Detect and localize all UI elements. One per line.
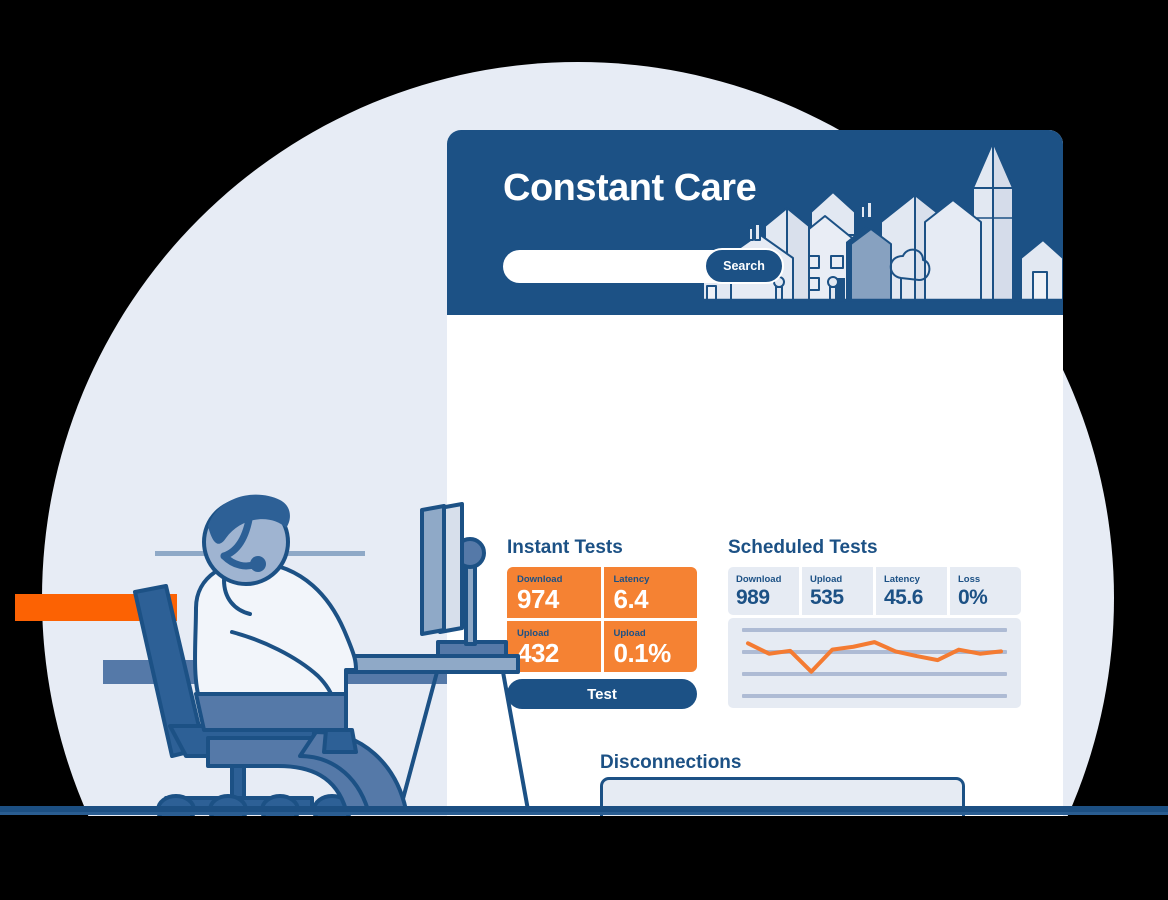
tile-value: 989 [736, 586, 770, 609]
scheduled-tests-section: Download 989 Upload 535 Latency 45.6 Los… [728, 567, 1021, 708]
tile-value: 45.6 [884, 586, 923, 609]
page-title: Constant Care [503, 167, 757, 209]
city-skyline-illustration [703, 141, 1063, 302]
scheduled-tile-loss[interactable]: Loss 0% [950, 567, 1021, 615]
scheduled-tile-latency[interactable]: Latency 45.6 [876, 567, 947, 615]
tile-label: Loss [958, 574, 981, 585]
tile-label: Latency [884, 574, 920, 585]
tile-value: 0.1% [613, 638, 672, 668]
scheduled-tests-heading: Scheduled Tests [728, 537, 878, 558]
search-text-field[interactable] [517, 256, 701, 273]
tile-label: Upload [810, 574, 843, 585]
scheduled-tests-tiles: Download 989 Upload 535 Latency 45.6 Los… [728, 567, 1021, 615]
tile-value: 6.4 [613, 584, 649, 614]
ground-line-accent [0, 812, 1168, 815]
screenshot-root: Constant Care Search Instant Tests Downl… [0, 0, 1168, 900]
scheduled-tests-chart [728, 618, 1021, 708]
illustration-scene: Constant Care Search Instant Tests Downl… [0, 0, 1168, 816]
trend-line-chart [742, 628, 1007, 698]
search-button[interactable]: Search [704, 248, 784, 284]
tile-value: 0% [958, 586, 988, 609]
tile-label: Download [736, 574, 782, 585]
app-header: Constant Care Search [447, 130, 1063, 315]
scheduled-tile-upload[interactable]: Upload 535 [802, 567, 873, 615]
instant-tile-upload-percent[interactable]: Upload 0.1% [603, 621, 697, 672]
instant-tile-latency[interactable]: Latency 6.4 [603, 567, 697, 618]
tile-value: 535 [810, 586, 844, 609]
scheduled-tile-download[interactable]: Download 989 [728, 567, 799, 615]
search-input[interactable]: Search [503, 248, 784, 284]
person-at-desk-illustration [133, 494, 530, 816]
